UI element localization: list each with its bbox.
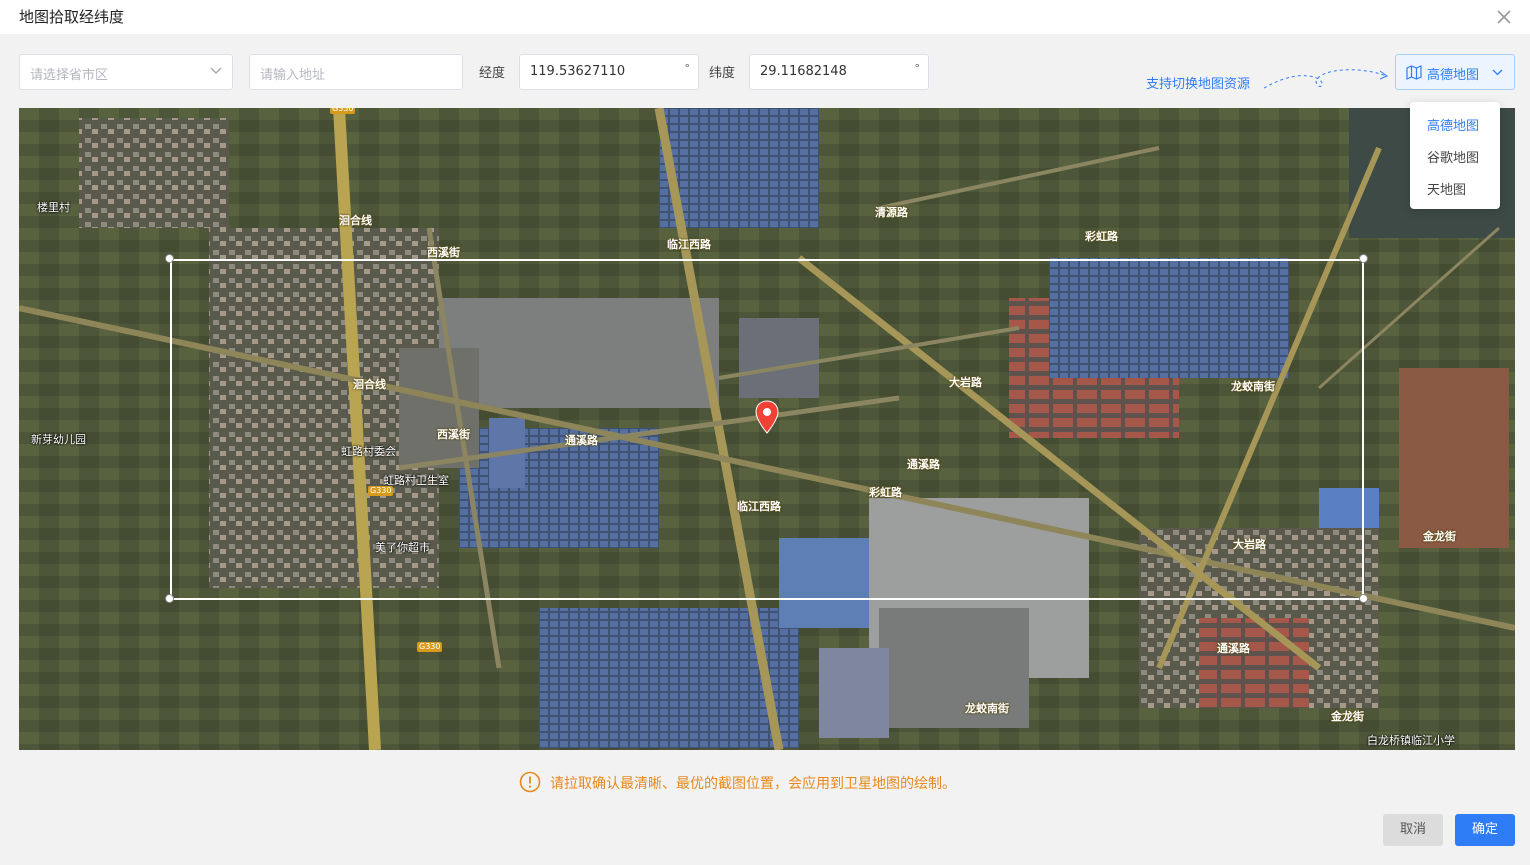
- map-source-label: 高德地图: [1427, 68, 1480, 83]
- region-select-placeholder: 请选择省市区: [30, 68, 109, 83]
- longitude-unit: °: [684, 62, 691, 75]
- latitude-value: 29.11682148: [760, 64, 847, 79]
- road-label: 金龙街: [1331, 710, 1364, 723]
- confirm-button[interactable]: 确定: [1455, 814, 1515, 846]
- road-shield: G330: [330, 108, 356, 114]
- warning-icon: [519, 771, 541, 793]
- map-source-dropdown: 高德地图 谷歌地图 天地图: [1410, 102, 1500, 209]
- chevron-down-icon: [1492, 69, 1503, 76]
- road-label: 洄合线: [339, 214, 372, 227]
- place-label: 白龙桥镇临江小学: [1367, 734, 1455, 747]
- place-label: 楼里村: [37, 201, 70, 214]
- latitude-input[interactable]: 29.11682148 °: [749, 54, 929, 90]
- map-option-tianditu[interactable]: 天地图: [1427, 179, 1466, 198]
- road-label: 清源路: [875, 206, 908, 219]
- region-select[interactable]: 请选择省市区: [19, 54, 233, 90]
- road-label: 金龙街: [1423, 530, 1456, 543]
- road-label: 通溪路: [1217, 642, 1250, 655]
- chevron-down-icon: [210, 67, 222, 74]
- place-label: 新芽幼儿园: [31, 433, 86, 446]
- map-source-select[interactable]: 高德地图: [1395, 54, 1515, 90]
- map-option-gaode[interactable]: 高德地图: [1427, 115, 1479, 134]
- dashed-arrow-icon: [1263, 69, 1389, 89]
- address-input[interactable]: 请输入地址: [249, 54, 463, 90]
- dialog-title: 地图拾取经纬度: [19, 8, 125, 26]
- notice-text: 请拉取确认最清晰、最优的截图位置，会应用到卫星地图的绘制。: [550, 776, 956, 792]
- map-icon: [1406, 65, 1422, 80]
- map-option-google[interactable]: 谷歌地图: [1427, 147, 1479, 166]
- longitude-label: 经度: [479, 66, 506, 81]
- crop-handle-top-left[interactable]: [165, 254, 174, 263]
- satellite-map[interactable]: 楼里村 新芽幼儿园 虹路村委会 虹路村卫生室 美了你超市 白龙桥镇临江小学 洄合…: [19, 108, 1515, 750]
- road-label: 龙蛟南街: [965, 702, 1009, 715]
- crop-handle-bottom-right[interactable]: [1359, 594, 1368, 603]
- longitude-value: 119.53627110: [530, 64, 626, 79]
- dialog-header: 地图拾取经纬度: [0, 0, 1530, 34]
- road-shield: G330: [417, 642, 443, 652]
- address-input-placeholder: 请输入地址: [260, 68, 326, 83]
- cancel-button[interactable]: 取消: [1383, 814, 1443, 846]
- location-pin-icon[interactable]: [755, 400, 779, 434]
- latitude-unit: °: [914, 62, 921, 75]
- switch-map-hint: 支持切换地图资源: [1146, 77, 1251, 92]
- close-icon[interactable]: [1496, 9, 1512, 25]
- road-label: 临江西路: [667, 238, 711, 251]
- latitude-label: 纬度: [709, 66, 736, 81]
- longitude-input[interactable]: 119.53627110 °: [519, 54, 699, 90]
- road-label: 彩虹路: [1085, 230, 1118, 243]
- road-label: 西溪街: [427, 246, 460, 259]
- crop-handle-bottom-left[interactable]: [165, 594, 174, 603]
- crop-handle-top-right[interactable]: [1359, 254, 1368, 263]
